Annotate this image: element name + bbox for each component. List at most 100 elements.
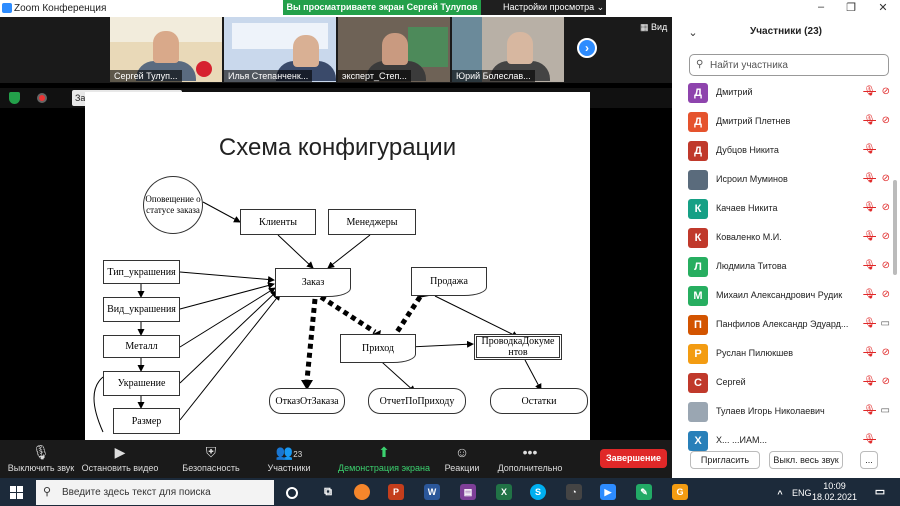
video-thumbnail[interactable]: Юрий Болеслав... bbox=[452, 17, 564, 82]
app-icon[interactable]: ◔ bbox=[566, 484, 582, 500]
more-dots-icon: ••• bbox=[522, 444, 538, 460]
diagram-node: Оповещение о статусе заказа bbox=[143, 176, 203, 234]
microphone-muted-icon: 🎙 bbox=[863, 318, 876, 329]
app-icon[interactable]: ✎ bbox=[636, 484, 652, 500]
clock-date: 18.02.2021 bbox=[812, 492, 858, 502]
close-icon[interactable]: ✕ bbox=[876, 1, 890, 15]
participant-name: Руслан Пилюкшев bbox=[716, 348, 794, 358]
video-off-icon: ⊘ bbox=[881, 202, 890, 213]
restore-icon[interactable]: ❐ bbox=[844, 1, 858, 15]
stop-video-button[interactable]: ▶ Остановить видео bbox=[80, 443, 160, 473]
share-banner: Вы просматриваете экран Сергей Тулупов bbox=[283, 0, 481, 15]
participant-row[interactable]: Р Руслан Пилюкшев 🎙 ⊘ bbox=[688, 344, 890, 364]
powerpoint-icon[interactable]: P bbox=[388, 484, 404, 500]
avatar: Р bbox=[688, 344, 708, 364]
taskbar-search-input[interactable]: ⚲ Введите здесь текст для поиска bbox=[36, 480, 274, 505]
app-icon[interactable]: G bbox=[672, 484, 688, 500]
participants-button[interactable]: 👥23 Участники bbox=[262, 443, 316, 473]
microphone-muted-icon: 🎙 bbox=[863, 115, 876, 126]
video-thumbnail[interactable]: Илья Степанченк... bbox=[224, 17, 336, 82]
participant-row[interactable]: М Михаил Александрович Рудик 🎙 ⊘ bbox=[688, 286, 890, 306]
participant-row[interactable]: П Панфилов Александр Эдуард... 🎙 ▭ bbox=[688, 315, 890, 335]
panel-more-button[interactable]: ... bbox=[860, 451, 878, 469]
reactions-button[interactable]: ☺ Реакции bbox=[440, 443, 484, 473]
video-off-icon: ⊘ bbox=[881, 289, 890, 300]
avatar: К bbox=[688, 199, 708, 219]
diagram-node: Клиенты bbox=[240, 209, 316, 235]
participant-row[interactable]: К Качаев Никита 🎙 ⊘ bbox=[688, 199, 890, 219]
microphone-muted-icon: 🎙 bbox=[863, 86, 876, 97]
diagram-node: Металл bbox=[103, 335, 180, 358]
share-screen-button[interactable]: ⬆ Демонстрация экрана bbox=[338, 443, 430, 473]
diagram-node: Тип_украшения bbox=[103, 260, 180, 284]
video-off-icon: ⊘ bbox=[881, 86, 890, 97]
grid-icon: ▦ bbox=[640, 22, 652, 32]
participant-row[interactable]: К Коваленко М.И. 🎙 ⊘ bbox=[688, 228, 890, 248]
participant-row[interactable]: Л Людмила Титова 🎙 ⊘ bbox=[688, 257, 890, 277]
participant-list-scrollbar[interactable] bbox=[893, 180, 897, 275]
cortana-icon[interactable] bbox=[286, 487, 298, 499]
diagram-node: ОтчетПоПриходу bbox=[368, 388, 466, 414]
microphone-icon: 🎙 bbox=[32, 444, 50, 460]
participant-row[interactable]: Д Дубцов Никита 🎙 bbox=[688, 141, 888, 161]
skype-icon[interactable]: S bbox=[530, 484, 546, 500]
encryption-shield-icon[interactable] bbox=[9, 92, 20, 104]
participant-name: Михаил Александрович Рудик bbox=[716, 290, 843, 300]
end-meeting-button[interactable]: Завершение bbox=[600, 449, 667, 468]
word-icon[interactable]: W bbox=[424, 484, 440, 500]
avatar: С bbox=[688, 373, 708, 393]
task-view-icon[interactable]: ⧉ bbox=[320, 484, 336, 500]
video-thumbnail-strip: Сергей Тулуп... Илья Степанченк... экспе… bbox=[0, 17, 672, 83]
mute-button[interactable]: 🎙 Выключить звук bbox=[6, 443, 76, 473]
microphone-muted-icon: 🎙 bbox=[863, 289, 876, 300]
next-page-button[interactable]: › bbox=[577, 38, 597, 58]
invite-button[interactable]: Пригласить bbox=[690, 451, 760, 469]
participant-name: Качаев Никита bbox=[716, 203, 778, 213]
firefox-icon[interactable] bbox=[354, 484, 370, 500]
video-thumbnail[interactable]: Сергей Тулуп... bbox=[110, 17, 222, 82]
participant-search-input[interactable]: ⚲ Найти участника bbox=[689, 54, 889, 76]
tray-chevron-icon[interactable]: ^ bbox=[772, 486, 788, 502]
participant-name-label: Юрий Болеслав... bbox=[452, 70, 535, 82]
diagram-node: Украшение bbox=[103, 371, 180, 396]
search-icon: ⚲ bbox=[43, 486, 52, 498]
participant-row[interactable]: Исроил Муминов 🎙 ⊘ bbox=[688, 170, 890, 190]
participant-name: Дубцов Никита bbox=[716, 145, 779, 155]
participant-row[interactable]: С Сергей 🎙 ⊘ bbox=[688, 373, 890, 393]
search-icon: ⚲ bbox=[696, 59, 704, 70]
view-options-button[interactable]: Настройки просмотра ⌄ bbox=[481, 0, 606, 15]
microphone-muted-icon: 🎙 bbox=[863, 202, 876, 213]
participant-name-label: Сергей Тулуп... bbox=[110, 70, 182, 82]
video-camera-icon: ▭ bbox=[880, 318, 890, 329]
minimize-icon[interactable]: – bbox=[814, 1, 828, 15]
avatar: Л bbox=[688, 257, 708, 277]
avatar: Д bbox=[688, 83, 708, 103]
taskbar-clock[interactable]: 10:09 18.02.2021 bbox=[812, 481, 857, 503]
app-icon[interactable]: ▤ bbox=[460, 484, 476, 500]
mute-all-button[interactable]: Выкл. весь звук bbox=[769, 451, 843, 469]
windows-start-icon[interactable] bbox=[10, 486, 23, 499]
avatar: М bbox=[688, 286, 708, 306]
participants-panel: – ❐ ✕ ⌄ Участники (23) ⚲ Найти участника… bbox=[672, 0, 900, 478]
participant-row[interactable]: Тулаев Игорь Николаевич 🎙 ▭ bbox=[688, 402, 890, 422]
keyboard-language[interactable]: ENG bbox=[792, 488, 812, 498]
microphone-muted-icon: 🎙 bbox=[863, 144, 876, 155]
video-thumbnail[interactable]: эксперт_Степ... bbox=[338, 17, 450, 82]
video-camera-icon: ▭ bbox=[880, 405, 890, 416]
zoom-logo-icon bbox=[2, 3, 12, 13]
excel-icon[interactable]: X bbox=[496, 484, 512, 500]
participant-name: Исроил Муминов bbox=[716, 174, 788, 184]
diagram-node: Приход bbox=[340, 334, 416, 363]
more-button[interactable]: ••• Дополнительно bbox=[492, 443, 568, 473]
video-off-icon: ⊘ bbox=[881, 115, 890, 126]
participant-row[interactable]: Д Дмитрий 🎙 ⊘ bbox=[688, 83, 890, 103]
microphone-muted-icon: 🎙 bbox=[863, 434, 876, 445]
participant-row[interactable]: Д Дмитрий Плетнев 🎙 ⊘ bbox=[688, 112, 890, 132]
view-layout-button[interactable]: ▦ Вид bbox=[640, 22, 667, 33]
participant-row[interactable]: Х Х... ...ИАМ... 🎙 bbox=[688, 431, 888, 451]
zoom-taskbar-icon[interactable]: ▶ bbox=[600, 484, 616, 500]
security-button[interactable]: ⛨ Безопасность bbox=[180, 443, 242, 473]
recording-dot-icon bbox=[37, 93, 47, 103]
notifications-icon[interactable]: ▭ bbox=[872, 484, 888, 500]
shield-icon: ⛨ bbox=[205, 444, 217, 460]
